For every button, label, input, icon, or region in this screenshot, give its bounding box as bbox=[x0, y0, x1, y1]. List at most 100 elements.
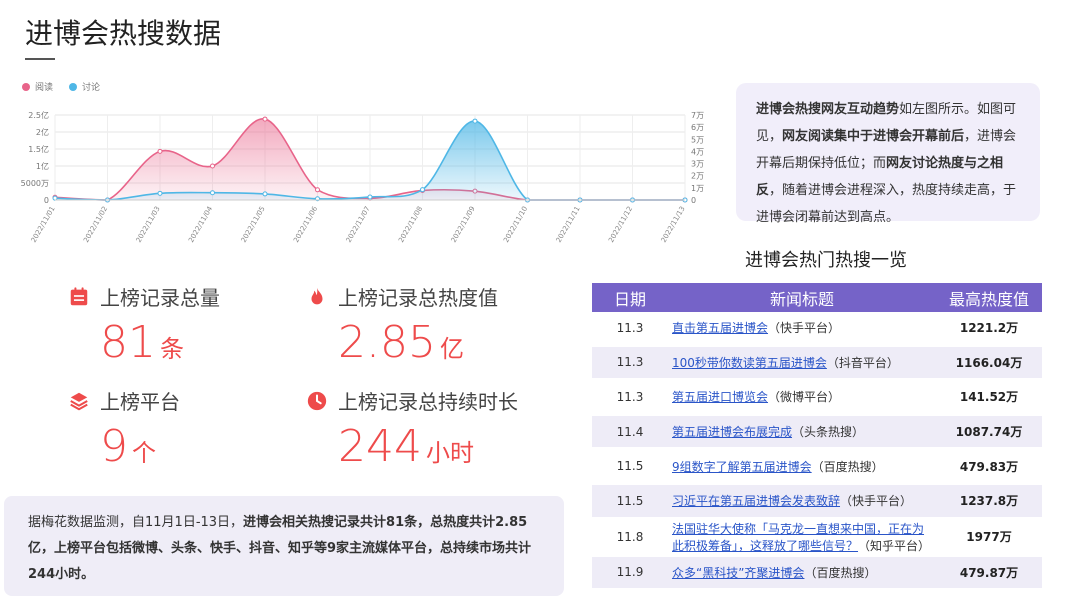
row-heat: 1977万 bbox=[936, 519, 1042, 557]
row-date: 11.3 bbox=[592, 312, 668, 347]
table-title: 进博会热门热搜一览 bbox=[745, 250, 907, 271]
note-bold: 网友阅读集中于进博会开幕前后 bbox=[782, 129, 965, 144]
x-tick-label: 2022/11/10 bbox=[502, 205, 529, 244]
stat-unit: 条 bbox=[160, 335, 184, 363]
stat-duration: 上榜记录总持续时长 244 小时 bbox=[306, 386, 518, 472]
row-heat: 1087.74万 bbox=[936, 415, 1042, 451]
x-tick-label: 2022/11/07 bbox=[345, 205, 372, 244]
news-link[interactable]: 众多“黑科技”齐聚进博会 bbox=[672, 566, 804, 580]
row-source: （快手平台） bbox=[768, 321, 841, 336]
summary-text: 据梅花数据监测，自11月1日-13日， bbox=[28, 515, 244, 530]
stat-value-wrap: 2.85 亿 bbox=[338, 317, 498, 368]
stat-value-wrap: 244 小时 bbox=[338, 421, 518, 472]
table-row: 11.3 直击第五届进博会（快手平台） 1221.2万 bbox=[592, 312, 1042, 347]
news-link[interactable]: 第五届进博会布展完成 bbox=[672, 425, 792, 439]
series-point-1 bbox=[420, 187, 425, 193]
series-point-1 bbox=[472, 118, 478, 124]
chart-axes: 0 5000万 1亿 1.5亿 2亿 2.5亿 0 1万 2万 3万 4万 5万 6万 7万 2022/11… bbox=[21, 110, 704, 244]
row-heat: 479.87万 bbox=[936, 556, 1042, 592]
x-tick-label: 2022/11/02 bbox=[82, 205, 109, 244]
left-tick-label: 0 bbox=[44, 196, 49, 205]
row-source: （微博平台） bbox=[768, 390, 841, 405]
row-date: 11.3 bbox=[592, 346, 668, 382]
stat-total-records: 上榜记录总量 81 条 bbox=[68, 282, 220, 368]
header-title: 新闻标题 bbox=[668, 283, 936, 312]
x-tick-label: 2022/11/13 bbox=[660, 205, 687, 244]
series-point-0 bbox=[157, 148, 163, 154]
row-source: （头条热搜） bbox=[792, 425, 865, 440]
right-tick-label: 6万 bbox=[691, 123, 704, 132]
stat-label: 上榜记录总持续时长 bbox=[338, 390, 518, 414]
stat-value-wrap: 81 条 bbox=[100, 317, 220, 368]
stat-total-heat: 上榜记录总热度值 2.85 亿 bbox=[306, 282, 498, 368]
hot-search-table: 日期 新闻标题 最高热度值 11.3 直击第五届进博会（快手平台） 1221.2万 1… bbox=[592, 283, 1042, 592]
row-title-cell: 100秒带你数读第五届进博会（抖音平台） bbox=[668, 346, 936, 382]
header-heat: 最高热度值 bbox=[936, 283, 1042, 312]
row-date: 11.5 bbox=[592, 484, 668, 520]
right-tick-label: 2万 bbox=[691, 172, 704, 181]
left-tick-label: 1.5亿 bbox=[28, 144, 49, 154]
x-tick-label: 2022/11/06 bbox=[292, 205, 319, 244]
stat-unit: 小时 bbox=[425, 439, 474, 467]
x-tick-label: 2022/11/05 bbox=[240, 205, 267, 244]
series-point-1 bbox=[262, 191, 268, 197]
summary-note: 据梅花数据监测，自11月1日-13日，进博会相关热搜记录共计81条，总热度共计2… bbox=[4, 496, 564, 596]
stat-value: 9 bbox=[100, 421, 128, 472]
series-point-0 bbox=[262, 116, 268, 122]
row-heat: 1237.8万 bbox=[936, 484, 1042, 520]
stat-value: 244 bbox=[338, 421, 422, 472]
stat-value: 81 bbox=[100, 317, 156, 368]
stat-label: 上榜平台 bbox=[100, 390, 180, 414]
news-link[interactable]: 习近平在第五届进博会发表致辞 bbox=[672, 494, 840, 508]
left-tick-label: 1亿 bbox=[36, 161, 49, 171]
table-header-row: 日期 新闻标题 最高热度值 bbox=[592, 283, 1042, 312]
row-source: （抖音平台） bbox=[826, 355, 899, 370]
right-tick-label: 7万 bbox=[691, 111, 704, 120]
stat-value-wrap: 9个 bbox=[100, 421, 180, 472]
x-tick-label: 2022/11/12 bbox=[607, 205, 634, 244]
row-title-cell: 9组数字了解第五届进博会（百度热搜） bbox=[668, 450, 936, 485]
page-title: 进博会热搜数据 bbox=[25, 17, 222, 50]
x-tick-label: 2022/11/09 bbox=[450, 205, 477, 244]
series-point-0 bbox=[315, 187, 320, 193]
note-text: ，随着进博会进程深入，热度持续走高，于进博会闭幕前达到高点。 bbox=[756, 183, 1017, 225]
layers-icon bbox=[70, 392, 88, 410]
legend-label-discuss: 讨论 bbox=[82, 83, 101, 93]
row-date: 11.4 bbox=[592, 415, 668, 451]
row-title-cell: 第五届进博会布展完成（头条热搜） bbox=[668, 415, 936, 451]
right-tick-label: 4万 bbox=[691, 147, 704, 156]
table-row: 11.5 习近平在第五届进博会发表致辞（快手平台） 1237.8万 bbox=[592, 484, 1042, 520]
series-point-1 bbox=[367, 194, 373, 200]
news-link[interactable]: 100秒带你数读第五届进博会 bbox=[672, 356, 827, 370]
flame-icon bbox=[311, 287, 323, 304]
x-tick-label: 2022/11/03 bbox=[135, 205, 162, 244]
row-heat: 1166.04万 bbox=[936, 346, 1042, 382]
legend-item-read[interactable]: 阅读 bbox=[22, 80, 53, 93]
row-title-cell: 法国驻华大使称「马克龙一直想来中国，正在为此积极筹备」，这释放了哪些信号？（知乎… bbox=[668, 519, 936, 557]
legend-item-discuss[interactable]: 讨论 bbox=[69, 80, 100, 93]
row-date: 11.5 bbox=[592, 450, 668, 485]
left-tick-label: 2.5亿 bbox=[28, 110, 49, 120]
trend-chart: 0 5000万 1亿 1.5亿 2亿 2.5亿 0 1万 2万 3万 4万 5万 6万 7万 2022/11… bbox=[21, 110, 704, 244]
row-date: 11.3 bbox=[592, 381, 668, 416]
news-link[interactable]: 直击第五届进博会 bbox=[672, 321, 768, 335]
row-source: （百度热搜） bbox=[811, 459, 884, 474]
row-title-cell: 习近平在第五届进博会发表致辞（快手平台） bbox=[668, 484, 936, 520]
row-source: （快手平台） bbox=[840, 494, 913, 509]
clock-icon bbox=[307, 391, 327, 410]
table-row: 11.5 9组数字了解第五届进博会（百度热搜） 479.83万 bbox=[592, 450, 1042, 485]
series-point-1 bbox=[157, 190, 163, 196]
table-row: 11.8 法国驻华大使称「马克龙一直想来中国，正在为此积极筹备」，这释放了哪些信号… bbox=[592, 519, 1042, 557]
legend-dot-discuss bbox=[69, 82, 78, 91]
row-source: （百度热搜） bbox=[804, 565, 877, 580]
right-tick-label: 5万 bbox=[691, 135, 704, 144]
news-link[interactable]: 9组数字了解第五届进博会 bbox=[672, 460, 812, 474]
table-row: 11.4 第五届进博会布展完成（头条热搜） 1087.74万 bbox=[592, 415, 1042, 451]
row-heat: 1221.2万 bbox=[936, 312, 1042, 347]
table-row: 11.9 众多“黑科技”齐聚进博会（百度热搜） 479.87万 bbox=[592, 556, 1042, 592]
x-tick-label: 2022/11/01 bbox=[30, 205, 57, 244]
news-link[interactable]: 第五届进口博览会 bbox=[672, 390, 768, 404]
row-date: 11.8 bbox=[592, 519, 668, 557]
row-heat: 479.83万 bbox=[936, 450, 1042, 485]
row-date: 11.9 bbox=[592, 556, 668, 592]
